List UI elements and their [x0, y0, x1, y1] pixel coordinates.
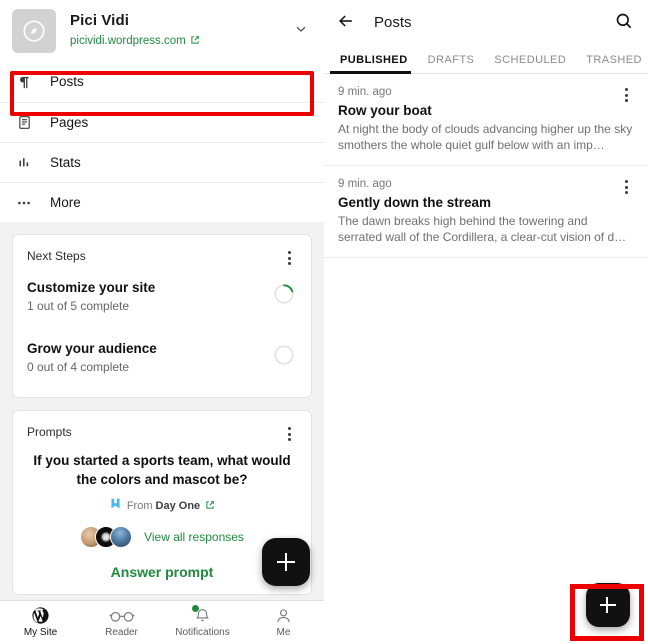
- day-one-icon: [109, 497, 122, 515]
- posts-appbar: Posts: [324, 0, 648, 46]
- site-meta: Pici Vidi picividi.wordpress.com: [70, 12, 292, 50]
- search-icon[interactable]: [614, 11, 634, 36]
- site-avatar: [12, 9, 56, 53]
- prompt-source-row[interactable]: From Day One: [25, 497, 299, 515]
- my-site-panel: Pici Vidi picividi.wordpress.com Posts P…: [0, 0, 324, 644]
- nav-label: Notifications: [175, 627, 230, 638]
- sidebar-item-posts[interactable]: Posts: [0, 62, 324, 102]
- post-timestamp: 9 min. ago: [338, 178, 392, 190]
- external-link-icon: [190, 32, 200, 50]
- card-title: Next Steps: [27, 249, 86, 263]
- site-title: Pici Vidi: [70, 12, 129, 29]
- sidebar-item-label: More: [50, 194, 81, 210]
- prompts-header: Prompts: [13, 411, 311, 445]
- post-excerpt: At night the body of clouds advancing hi…: [338, 122, 633, 152]
- external-link-icon[interactable]: [205, 497, 215, 515]
- nav-label: Me: [276, 627, 291, 638]
- next-steps-item-title: Customize your site: [27, 280, 156, 295]
- bottom-navigation: My Site Reader Notifications Me: [0, 600, 324, 644]
- app-root: Pici Vidi picividi.wordpress.com Posts P…: [0, 0, 648, 644]
- create-fab-button[interactable]: [262, 538, 310, 586]
- post-title: Gently down the stream: [338, 195, 492, 210]
- post-timestamp: 9 min. ago: [338, 86, 392, 98]
- chevron-down-icon[interactable]: [292, 18, 310, 45]
- notification-badge-dot: [192, 605, 199, 612]
- plus-icon: [277, 553, 295, 571]
- progress-ring-customize: [273, 283, 295, 310]
- sidebar-item-label: Posts: [50, 74, 84, 89]
- back-arrow-icon[interactable]: [336, 11, 356, 36]
- kebab-menu-icon[interactable]: [279, 425, 299, 441]
- pilcrow-icon: [12, 75, 36, 90]
- new-post-fab-button[interactable]: [586, 583, 630, 627]
- next-steps-item-title: Grow your audience: [27, 341, 157, 356]
- progress-ring-grow: [273, 344, 295, 371]
- next-steps-card: Next Steps Customize your site 1 out of …: [12, 234, 312, 398]
- next-steps-header: Next Steps: [13, 235, 311, 269]
- sidebar-item-more[interactable]: More: [0, 182, 324, 222]
- next-steps-item-subtitle: 0 out of 4 complete: [27, 360, 130, 374]
- bell-icon: [192, 605, 211, 625]
- post-excerpt: The dawn breaks high behind the towering…: [338, 214, 627, 244]
- next-steps-item-grow[interactable]: Grow your audience 0 out of 4 complete: [13, 324, 311, 397]
- sidebar-item-label: Pages: [50, 114, 89, 130]
- plus-icon: [599, 596, 617, 614]
- kebab-menu-icon[interactable]: [616, 178, 636, 194]
- prompt-question: If you started a sports team, what would…: [33, 453, 291, 487]
- next-steps-item-text: Grow your audience 0 out of 4 complete: [27, 340, 157, 375]
- next-steps-item-customize[interactable]: Customize your site 1 out of 5 complete: [13, 269, 311, 324]
- ellipsis-icon: [12, 195, 36, 211]
- nav-item-reader[interactable]: Reader: [81, 601, 162, 644]
- page-title: Posts: [374, 14, 412, 31]
- site-menu: Posts Pages Stats More: [0, 62, 324, 222]
- site-url: picividi.wordpress.com: [70, 35, 186, 47]
- posts-panel: Posts PUBLISHED DRAFTS SCHEDULED TRASHED…: [324, 0, 648, 644]
- sidebar-item-pages[interactable]: Pages: [0, 102, 324, 142]
- answer-prompt-button[interactable]: Answer prompt: [25, 564, 299, 580]
- view-all-responses-link[interactable]: View all responses: [144, 530, 244, 545]
- document-icon: [12, 115, 36, 130]
- posts-list: 9 min. ago Row your boat At night the bo…: [324, 74, 648, 258]
- prompt-source-text: From Day One: [127, 500, 200, 512]
- card-title: Prompts: [27, 425, 72, 439]
- post-title: Row your boat: [338, 103, 432, 118]
- next-steps-item-subtitle: 1 out of 5 complete: [27, 299, 130, 313]
- glasses-icon: [108, 606, 135, 625]
- person-icon: [275, 606, 292, 625]
- wordpress-icon: [31, 606, 50, 625]
- my-site-scroll-area[interactable]: Pici Vidi picividi.wordpress.com Posts P…: [0, 0, 324, 600]
- sidebar-item-label: Stats: [50, 154, 81, 170]
- post-list-item[interactable]: 9 min. ago Row your boat At night the bo…: [324, 74, 648, 166]
- post-list-item[interactable]: 9 min. ago Gently down the stream The da…: [324, 166, 648, 258]
- respondent-avatars: [80, 526, 133, 548]
- tab-drafts[interactable]: DRAFTS: [418, 54, 485, 73]
- bar-chart-icon: [12, 155, 36, 170]
- prompt-responses-row[interactable]: View all responses: [25, 526, 299, 548]
- next-steps-item-text: Customize your site 1 out of 5 complete: [27, 279, 155, 314]
- kebab-menu-icon[interactable]: [616, 86, 636, 102]
- prompt-from-prefix: From: [126, 500, 153, 512]
- avatar: [110, 526, 133, 548]
- nav-label: Reader: [105, 627, 138, 638]
- site-url-row[interactable]: picividi.wordpress.com: [70, 32, 292, 50]
- site-header[interactable]: Pici Vidi picividi.wordpress.com: [0, 0, 324, 62]
- kebab-menu-icon[interactable]: [279, 249, 299, 265]
- sidebar-item-stats[interactable]: Stats: [0, 142, 324, 182]
- prompt-source-name: Day One: [155, 500, 201, 512]
- nav-item-my-site[interactable]: My Site: [0, 601, 81, 644]
- nav-item-me[interactable]: Me: [243, 601, 324, 644]
- tab-scheduled[interactable]: SCHEDULED: [484, 54, 576, 73]
- posts-tabs: PUBLISHED DRAFTS SCHEDULED TRASHED: [324, 46, 648, 74]
- nav-label: My Site: [23, 627, 58, 638]
- nav-item-notifications[interactable]: Notifications: [162, 601, 243, 644]
- tab-trashed[interactable]: TRASHED: [576, 54, 648, 73]
